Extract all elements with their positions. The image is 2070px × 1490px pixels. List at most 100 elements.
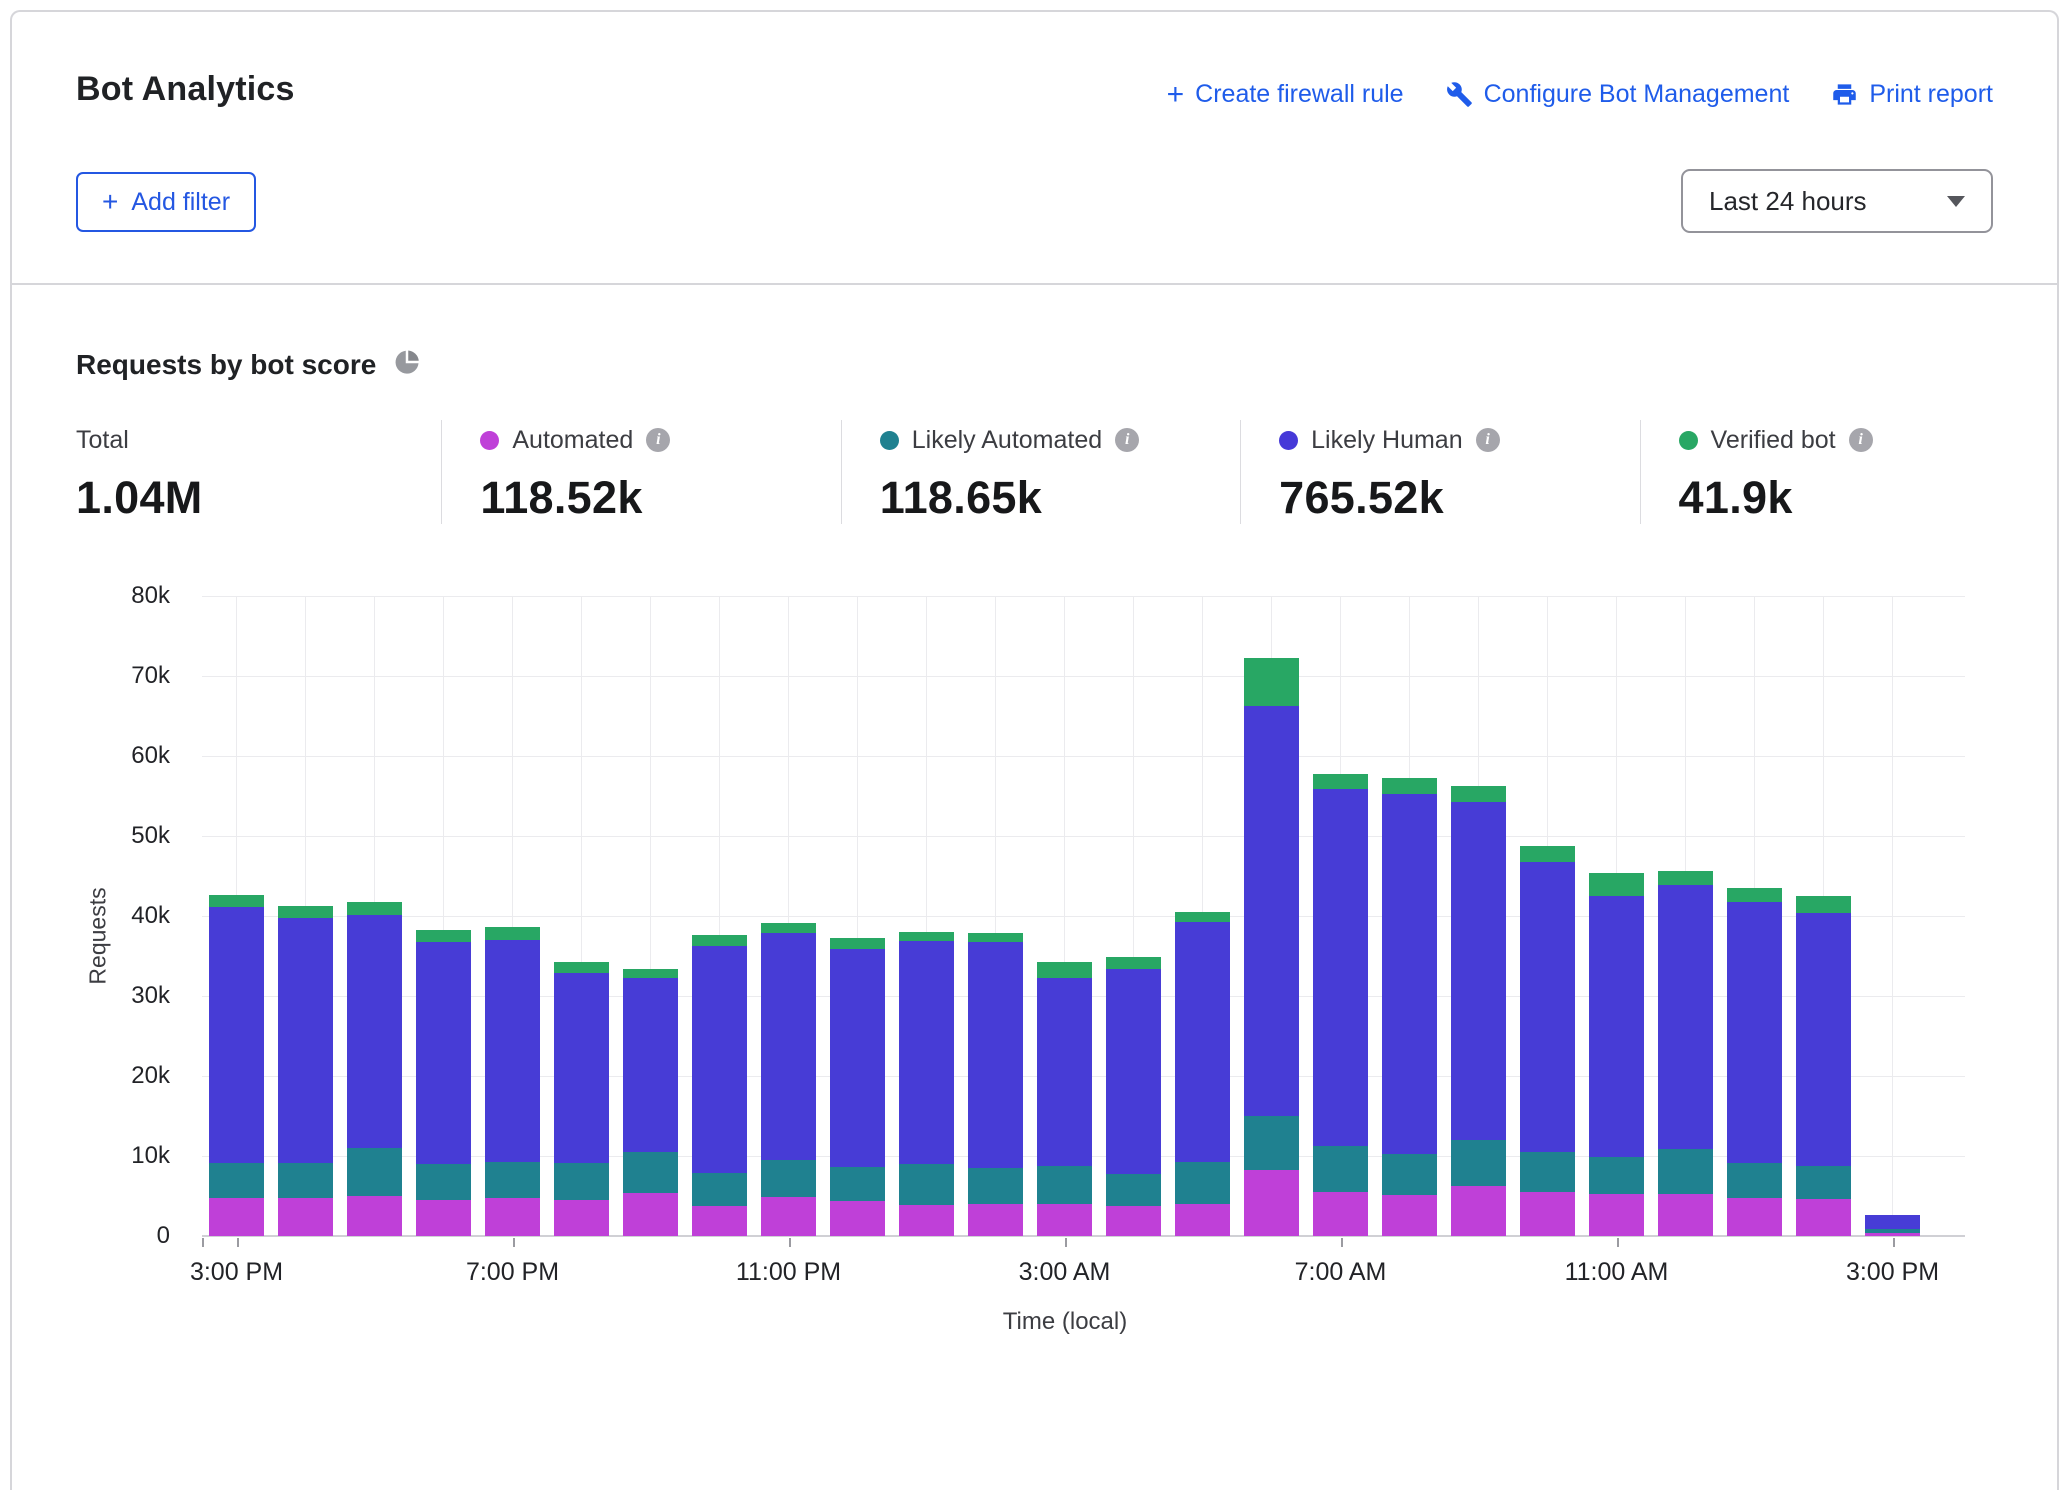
bar-segment-likely-automated bbox=[1244, 1116, 1299, 1170]
bar-segment-likely-automated bbox=[1313, 1146, 1368, 1192]
bar-segment-automated bbox=[1313, 1192, 1368, 1236]
bar-slot bbox=[547, 596, 616, 1236]
bar-segment-likely-automated bbox=[1589, 1157, 1644, 1194]
info-icon[interactable]: i bbox=[1115, 428, 1139, 452]
bar-segment-likely-human bbox=[485, 940, 540, 1162]
bar-slot bbox=[478, 596, 547, 1236]
bar-segment-automated bbox=[692, 1206, 747, 1236]
section-title: Requests by bot score bbox=[76, 349, 376, 381]
y-tick-label: 80k bbox=[131, 583, 170, 609]
bar-segment-automated bbox=[485, 1198, 540, 1236]
stat-total-label: Total bbox=[76, 426, 129, 455]
bar-slot bbox=[340, 596, 409, 1236]
configure-bot-management-link[interactable]: Configure Bot Management bbox=[1446, 80, 1790, 109]
bar-segment-automated bbox=[554, 1200, 609, 1236]
bar-segment-verified-bot bbox=[485, 927, 540, 940]
x-tick-mark bbox=[237, 1238, 239, 1247]
printer-icon bbox=[1831, 81, 1858, 108]
time-range-dropdown[interactable]: Last 24 hours bbox=[1681, 169, 1993, 233]
v-gridline bbox=[1892, 596, 1893, 1236]
stacked-bar bbox=[761, 923, 816, 1236]
bar-segment-likely-human bbox=[830, 949, 885, 1167]
bar-segment-likely-automated bbox=[1106, 1174, 1161, 1205]
plot-area: 3:00 PM7:00 PM11:00 PM3:00 AM7:00 AM11:0… bbox=[202, 596, 1965, 1236]
wrench-icon bbox=[1446, 81, 1473, 108]
bar-segment-automated bbox=[209, 1198, 264, 1236]
bar-segment-likely-automated bbox=[968, 1168, 1023, 1204]
stacked-bar bbox=[1037, 962, 1092, 1236]
info-icon[interactable]: i bbox=[646, 428, 670, 452]
bar-slot bbox=[892, 596, 961, 1236]
bar-segment-likely-automated bbox=[1451, 1140, 1506, 1186]
bar-segment-likely-human bbox=[1313, 789, 1368, 1147]
bar-segment-likely-human bbox=[1106, 969, 1161, 1175]
bar-segment-likely-human bbox=[623, 978, 678, 1152]
bar-segment-verified-bot bbox=[1106, 957, 1161, 969]
stat-likely-human: Likely Human i 765.52k bbox=[1240, 420, 1639, 524]
bar-segment-likely-human bbox=[899, 941, 954, 1164]
bar-segment-verified-bot bbox=[1589, 873, 1644, 896]
x-tick-mark bbox=[789, 1238, 791, 1247]
plus-icon: + bbox=[102, 190, 118, 214]
bar-segment-likely-human bbox=[1175, 922, 1230, 1161]
bar-slot bbox=[616, 596, 685, 1236]
bar-slot bbox=[754, 596, 823, 1236]
stacked-bar bbox=[1175, 912, 1230, 1236]
bar-segment-automated bbox=[416, 1200, 471, 1236]
y-tick-label: 60k bbox=[131, 743, 170, 769]
bar-slot bbox=[1306, 596, 1375, 1236]
likely-human-legend-dot bbox=[1279, 431, 1298, 450]
bar-segment-likely-automated bbox=[416, 1164, 471, 1200]
add-filter-button[interactable]: + Add filter bbox=[76, 172, 256, 232]
info-icon[interactable]: i bbox=[1476, 428, 1500, 452]
stacked-bar bbox=[1520, 846, 1575, 1236]
stacked-bar bbox=[1382, 778, 1437, 1236]
x-tick-label: 11:00 AM bbox=[1565, 1258, 1669, 1287]
create-firewall-rule-label: Create firewall rule bbox=[1195, 80, 1403, 109]
bar-segment-automated bbox=[1106, 1206, 1161, 1236]
bar-slot bbox=[1651, 596, 1720, 1236]
bar-segment-likely-human bbox=[347, 915, 402, 1148]
bar-segment-verified-bot bbox=[209, 895, 264, 907]
bot-analytics-card: Bot Analytics + Create firewall rule Con… bbox=[10, 10, 2059, 1490]
stacked-bar bbox=[1451, 786, 1506, 1236]
bar-segment-likely-automated bbox=[1037, 1166, 1092, 1204]
card-header: Bot Analytics + Create firewall rule Con… bbox=[12, 12, 2057, 285]
info-icon[interactable]: i bbox=[1849, 428, 1873, 452]
stacked-bar bbox=[554, 962, 609, 1236]
bar-segment-likely-human bbox=[1589, 896, 1644, 1157]
bar-slot bbox=[1858, 596, 1927, 1236]
card-content: Requests by bot score Total 1.04M Automa… bbox=[12, 347, 2057, 1356]
bar-segment-likely-human bbox=[1727, 902, 1782, 1164]
bar-segment-likely-human bbox=[209, 907, 264, 1163]
y-tick-label: 0 bbox=[157, 1223, 170, 1249]
bar-segment-verified-bot bbox=[347, 902, 402, 915]
bar-segment-likely-automated bbox=[623, 1152, 678, 1193]
bar-segment-automated bbox=[830, 1201, 885, 1236]
bar-segment-automated bbox=[1382, 1195, 1437, 1236]
x-tick-mark bbox=[513, 1238, 515, 1247]
page-title: Bot Analytics bbox=[76, 70, 295, 109]
bar-segment-verified-bot bbox=[1175, 912, 1230, 922]
configure-bot-management-label: Configure Bot Management bbox=[1484, 80, 1790, 109]
print-report-label: Print report bbox=[1869, 80, 1993, 109]
bar-segment-verified-bot bbox=[1658, 871, 1713, 885]
x-tick-mark bbox=[1065, 1238, 1067, 1247]
bar-segment-likely-automated bbox=[1796, 1166, 1851, 1200]
x-tick-label: 3:00 PM bbox=[1846, 1258, 1939, 1287]
create-firewall-rule-link[interactable]: + Create firewall rule bbox=[1167, 80, 1404, 109]
bar-slots: 3:00 PM7:00 PM11:00 PM3:00 AM7:00 AM11:0… bbox=[202, 596, 1927, 1236]
x-tick-mark bbox=[1617, 1238, 1619, 1247]
x-tick-mark bbox=[1341, 1238, 1343, 1247]
bar-slot bbox=[685, 596, 754, 1236]
bar-slot bbox=[1513, 596, 1582, 1236]
bar-slot bbox=[823, 596, 892, 1236]
verified-bot-legend-dot bbox=[1679, 431, 1698, 450]
stat-total: Total 1.04M bbox=[76, 420, 441, 524]
bar-segment-likely-human bbox=[1451, 802, 1506, 1140]
bar-segment-verified-bot bbox=[1796, 896, 1851, 913]
print-report-link[interactable]: Print report bbox=[1831, 80, 1993, 109]
stat-likely-human-value: 765.52k bbox=[1279, 472, 1639, 524]
stacked-bar bbox=[968, 933, 1023, 1236]
bar-segment-likely-human bbox=[692, 946, 747, 1173]
